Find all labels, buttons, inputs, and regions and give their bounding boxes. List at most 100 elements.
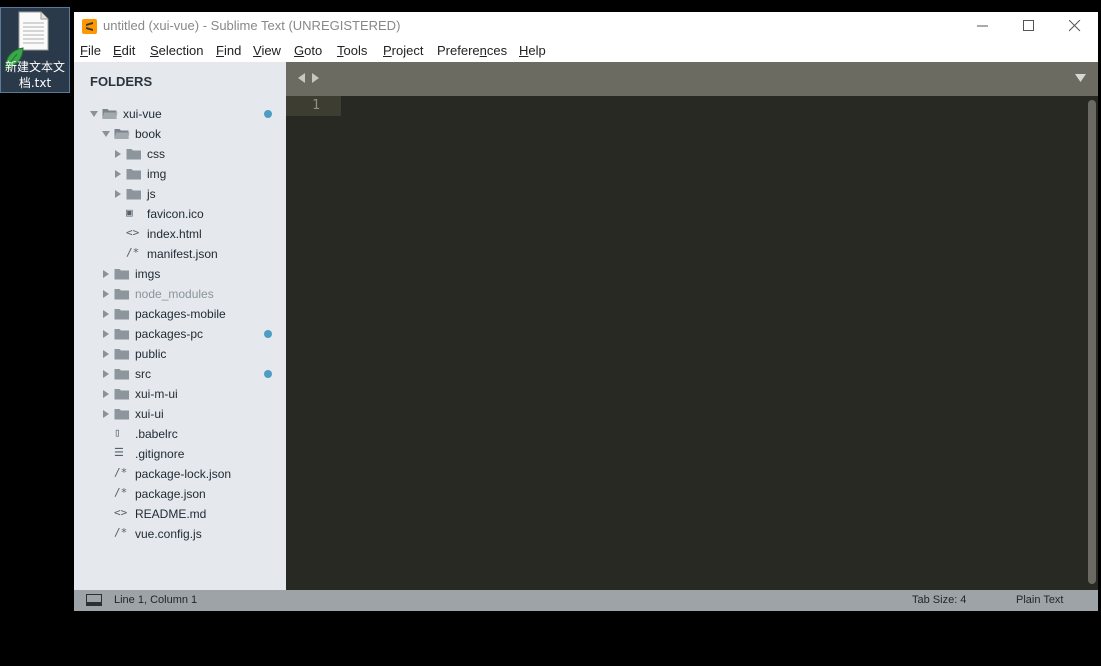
sidebar-item[interactable]: node_modules bbox=[74, 284, 286, 304]
sidebar-item[interactable]: js bbox=[74, 184, 286, 204]
title-bar[interactable]: untitled (xui-vue) - Sublime Text (UNREG… bbox=[74, 12, 1098, 41]
sublime-window: untitled (xui-vue) - Sublime Text (UNREG… bbox=[74, 12, 1098, 611]
minimize-icon bbox=[977, 25, 988, 27]
menu-item[interactable]: Selection bbox=[150, 43, 203, 58]
tab-dropdown-icon[interactable] bbox=[1075, 74, 1086, 82]
tab-size[interactable]: Tab Size: 4 bbox=[912, 594, 966, 606]
sidebar-item[interactable]: ▯ .babelrc bbox=[74, 424, 286, 444]
sidebar-item-label: packages-pc bbox=[135, 327, 204, 341]
menu-item[interactable]: Goto bbox=[294, 43, 322, 58]
sidebar-item-label: xui-vue bbox=[123, 107, 162, 121]
folder-icon bbox=[114, 389, 129, 400]
menu-bar: File Edit Selection Find View Goto Tools Projec… bbox=[74, 41, 1098, 62]
sidebar-item-label: .gitignore bbox=[135, 447, 185, 461]
chevron-right-icon[interactable] bbox=[102, 350, 110, 358]
close-button[interactable] bbox=[1052, 12, 1098, 41]
sidebar-item-label: css bbox=[147, 147, 165, 161]
sidebar-item-label: .babelrc bbox=[135, 427, 178, 441]
maximize-icon bbox=[1023, 20, 1034, 31]
maximize-button[interactable] bbox=[1006, 12, 1052, 41]
sidebar-item[interactable]: book bbox=[74, 124, 286, 144]
menu-item[interactable]: Preferences bbox=[437, 43, 507, 58]
sidebar-item[interactable]: img bbox=[74, 164, 286, 184]
sidebar-item[interactable]: xui-ui bbox=[74, 404, 286, 424]
editor-area[interactable]: 1 bbox=[286, 96, 1098, 590]
sidebar-item-label: packages-mobile bbox=[135, 307, 226, 321]
folder-icon bbox=[114, 269, 129, 280]
sidebar-item-label: img bbox=[147, 167, 167, 181]
menu-item[interactable]: Tools bbox=[337, 43, 367, 58]
sidebar-item[interactable]: /* vue.config.js bbox=[74, 524, 286, 544]
status-bar: Line 1, Column 1 Tab Size: 4 Plain Text bbox=[74, 590, 1098, 611]
menu-item[interactable]: Edit bbox=[113, 43, 135, 58]
sidebar-item-label: package-lock.json bbox=[135, 467, 232, 481]
script-file-icon: /* bbox=[114, 486, 128, 499]
sidebar-item-label: imgs bbox=[135, 267, 161, 281]
sidebar-item-label: book bbox=[135, 127, 162, 141]
chevron-right-icon[interactable] bbox=[102, 370, 110, 378]
menu-item[interactable]: Find bbox=[216, 43, 241, 58]
script-file-icon: /* bbox=[126, 246, 140, 259]
close-icon bbox=[1069, 20, 1081, 32]
chevron-right-icon[interactable] bbox=[102, 310, 110, 318]
chevron-right-icon[interactable] bbox=[114, 150, 122, 158]
menu-item[interactable]: Help bbox=[519, 43, 546, 58]
desktop-file-icon[interactable]: 新建文本文 档.txt bbox=[0, 7, 70, 93]
modified-indicator-dot bbox=[264, 370, 272, 378]
file-icon: ▯ bbox=[114, 426, 121, 439]
sidebar-item[interactable]: public bbox=[74, 344, 286, 364]
chevron-down-icon[interactable] bbox=[102, 130, 110, 138]
cursor-position: Line 1, Column 1 bbox=[114, 594, 198, 606]
sidebar-item[interactable]: packages-pc bbox=[74, 324, 286, 344]
script-file-icon: /* bbox=[114, 466, 128, 479]
menu-item[interactable]: View bbox=[253, 43, 281, 58]
menu-item[interactable]: File bbox=[80, 43, 101, 58]
sidebar-item[interactable]: <> README.md bbox=[74, 504, 286, 524]
sidebar-item-label: js bbox=[147, 187, 156, 201]
sidebar-item[interactable]: packages-mobile bbox=[74, 304, 286, 324]
sidebar-item-label: package.json bbox=[135, 487, 206, 501]
editor-scrollbar[interactable] bbox=[1088, 100, 1096, 584]
tab-navigation-arrows-icon[interactable] bbox=[298, 73, 320, 83]
sidebar-item[interactable]: /* manifest.json bbox=[74, 244, 286, 264]
sidebar-item[interactable]: /* package-lock.json bbox=[74, 464, 286, 484]
chevron-right-icon[interactable] bbox=[102, 330, 110, 338]
image-file-icon: ▣ bbox=[126, 206, 133, 219]
line-number: 1 bbox=[312, 98, 320, 113]
chevron-right-icon[interactable] bbox=[102, 270, 110, 278]
sidebar-item-label: favicon.ico bbox=[147, 207, 204, 221]
syntax-mode[interactable]: Plain Text bbox=[1016, 594, 1064, 606]
folder-icon bbox=[114, 369, 129, 380]
panel-toggle-icon[interactable] bbox=[86, 594, 102, 606]
text-lines-file-icon: ☰ bbox=[114, 446, 124, 459]
folder-icon bbox=[114, 309, 129, 320]
chevron-right-icon[interactable] bbox=[102, 290, 110, 298]
chevron-right-icon[interactable] bbox=[102, 390, 110, 398]
menu-item[interactable]: Project bbox=[383, 43, 423, 58]
sidebar-item[interactable]: imgs bbox=[74, 264, 286, 284]
sidebar-item[interactable]: src bbox=[74, 364, 286, 384]
folder-icon bbox=[114, 289, 129, 300]
sidebar-item[interactable]: xui-m-ui bbox=[74, 384, 286, 404]
sidebar-item-label: manifest.json bbox=[147, 247, 218, 261]
sidebar-item[interactable]: css bbox=[74, 144, 286, 164]
folder-icon bbox=[126, 149, 141, 160]
sidebar-item[interactable]: xui-vue bbox=[74, 104, 286, 124]
sidebar-item[interactable]: ☰ .gitignore bbox=[74, 444, 286, 464]
chevron-right-icon[interactable] bbox=[114, 190, 122, 198]
folder-icon bbox=[114, 349, 129, 360]
chevron-right-icon[interactable] bbox=[102, 410, 110, 418]
sidebar-item[interactable]: ▣ favicon.ico bbox=[74, 204, 286, 224]
text-document-icon bbox=[18, 11, 49, 51]
minimize-button[interactable] bbox=[960, 12, 1006, 41]
sidebar-item[interactable]: /* package.json bbox=[74, 484, 286, 504]
sidebar-item-label: xui-m-ui bbox=[135, 387, 178, 401]
sidebar-item[interactable]: <> index.html bbox=[74, 224, 286, 244]
chevron-right-icon[interactable] bbox=[114, 170, 122, 178]
sidebar-item-label: src bbox=[135, 367, 151, 381]
tab-bar bbox=[286, 62, 1098, 96]
folder-open-icon bbox=[114, 129, 130, 139]
window-title: untitled (xui-vue) - Sublime Text (UNREG… bbox=[103, 18, 401, 33]
chevron-down-icon[interactable] bbox=[90, 110, 98, 118]
folder-icon bbox=[114, 409, 129, 420]
